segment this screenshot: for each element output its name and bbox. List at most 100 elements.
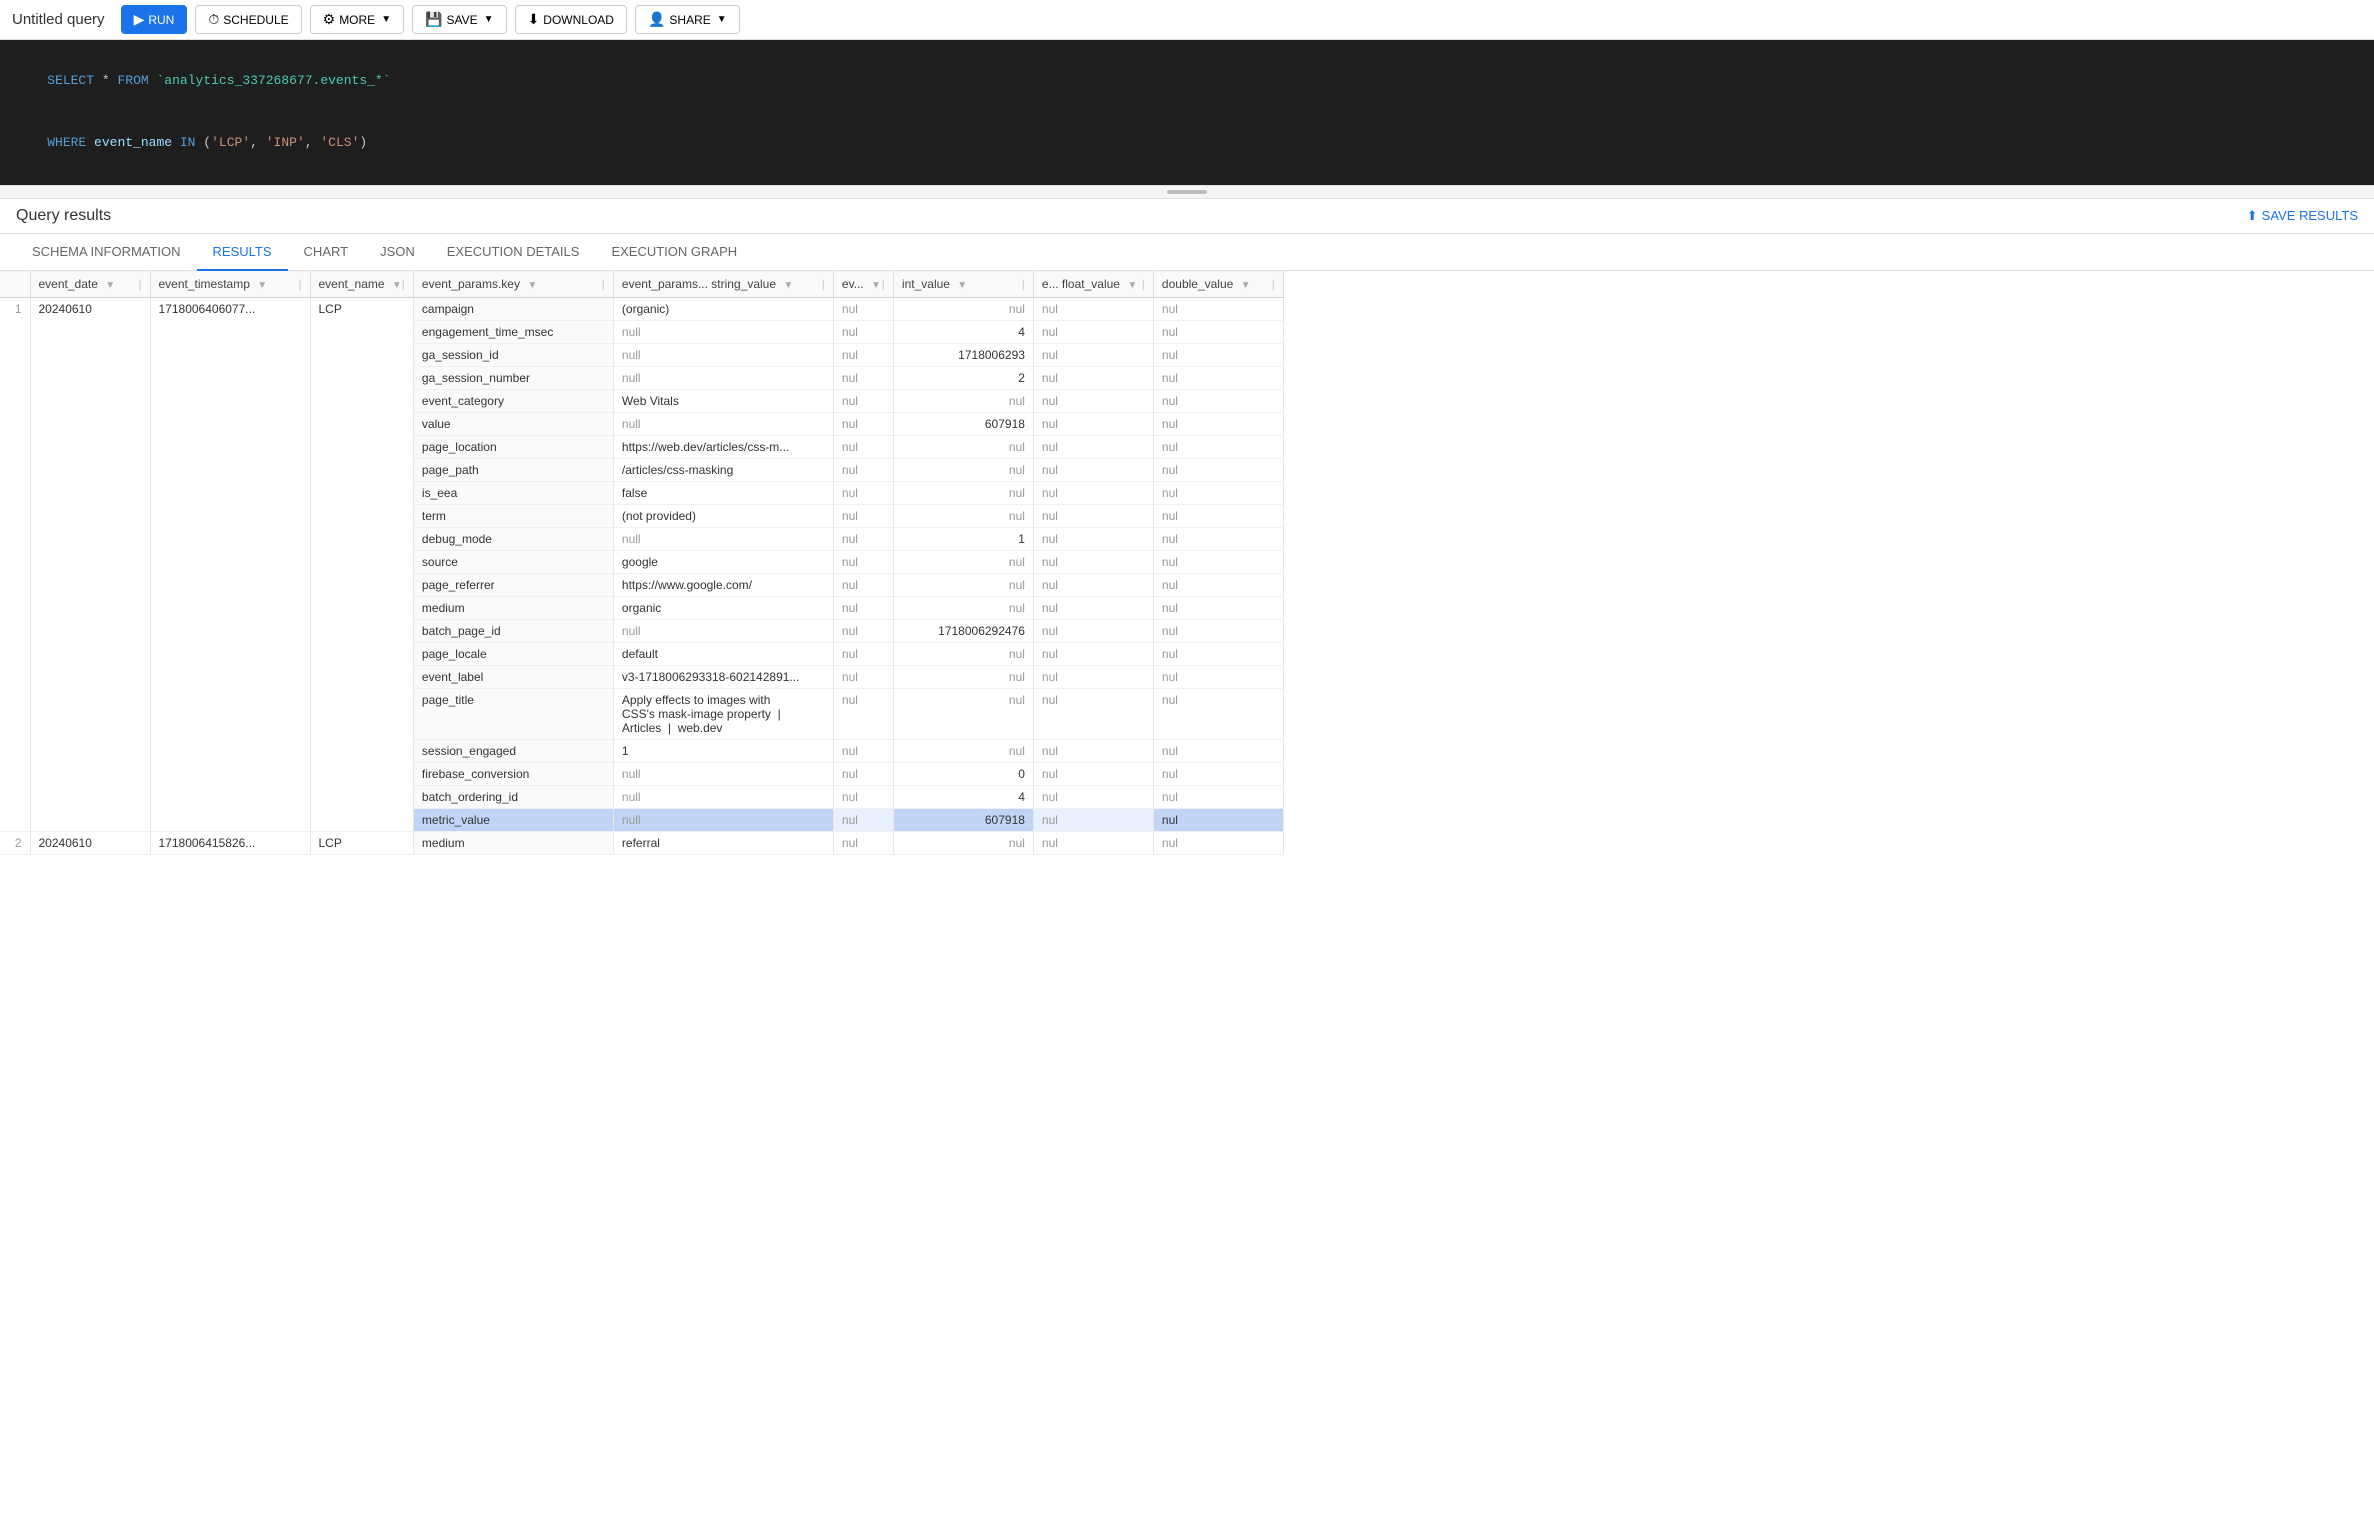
col-params-key[interactable]: event_params.key ▼| [413,271,613,298]
cell-string-value: google [613,550,833,573]
download-button[interactable]: ⬇ DOWNLOAD [515,5,627,34]
handle-bar [1167,190,1207,194]
cell-ev: nul [833,297,893,320]
cell-double-value: nul [1153,550,1283,573]
cell-double-value: nul [1153,808,1283,831]
cell-param-key: batch_page_id [413,619,613,642]
cell-double-value: nul [1153,435,1283,458]
tab-results[interactable]: RESULTS [197,234,288,271]
cell-int-value: nul [893,688,1033,739]
cell-string-value: referral [613,831,833,854]
cell-float-value: nul [1033,504,1153,527]
cell-int-value: 607918 [893,808,1033,831]
toolbar: Untitled query ▶ RUN ⏱ SCHEDULE ⚙ MORE ▼… [0,0,2374,40]
schedule-button[interactable]: ⏱ SCHEDULE [195,5,301,34]
cell-double-value: nul [1153,412,1283,435]
cell-float-value: nul [1033,366,1153,389]
col-event-date[interactable]: event_date ▼| [30,271,150,298]
cell-double-value: nul [1153,527,1283,550]
col-params-ev[interactable]: ev... ▼| [833,271,893,298]
cell-ev: nul [833,642,893,665]
cell-int-value: nul [893,504,1033,527]
cell-string-value: default [613,642,833,665]
cell-int-value: nul [893,642,1033,665]
cell-double-value: nul [1153,665,1283,688]
cell-param-key: page_referrer [413,573,613,596]
col-int-value[interactable]: int_value ▼| [893,271,1033,298]
cell-float-value: nul [1033,527,1153,550]
cell-int-value: nul [893,550,1033,573]
tab-execution-graph[interactable]: EXECUTION GRAPH [595,234,753,271]
cell-param-key: is_eea [413,481,613,504]
col-event-timestamp[interactable]: event_timestamp ▼| [150,271,310,298]
cell-int-value: 2 [893,366,1033,389]
clock-icon: ⏱ [208,11,219,28]
share-icon: 👤 [648,11,665,28]
results-table-container[interactable]: event_date ▼| event_timestamp ▼| event_n… [0,271,2374,1525]
cell-double-value: nul [1153,366,1283,389]
cell-param-key: page_path [413,458,613,481]
more-button[interactable]: ⚙ MORE ▼ [310,5,404,34]
cell-ev: nul [833,665,893,688]
results-title: Query results [16,207,111,225]
tab-json[interactable]: JSON [364,234,431,271]
sql-line-2: WHERE event_name IN ('LCP', 'INP', 'CLS'… [16,112,2358,174]
chevron-down-icon-save: ▼ [484,14,494,25]
query-title: Untitled query [12,11,105,28]
cell-param-key: page_locale [413,642,613,665]
cell-string-value: null [613,412,833,435]
cell-string-value: Web Vitals [613,389,833,412]
cell-double-value: nul [1153,343,1283,366]
save-results-icon: ⬆ [2247,208,2258,224]
cell-string-value: (not provided) [613,504,833,527]
share-button[interactable]: 👤 SHARE ▼ [635,5,740,34]
cell-float-value: nul [1033,688,1153,739]
save-button[interactable]: 💾 SAVE ▼ [412,5,506,34]
cell-event-timestamp: 1718006406077... [150,297,310,831]
col-params-string[interactable]: event_params... string_value ▼| [613,271,833,298]
cell-string-value: https://www.google.com/ [613,573,833,596]
cell-float-value: nul [1033,458,1153,481]
cell-param-key: term [413,504,613,527]
sql-editor[interactable]: SELECT * FROM `analytics_337268677.event… [0,40,2374,185]
cell-double-value: nul [1153,573,1283,596]
cell-ev: nul [833,481,893,504]
cell-double-value: nul [1153,739,1283,762]
cell-float-value: nul [1033,831,1153,854]
results-table: event_date ▼| event_timestamp ▼| event_n… [0,271,1284,855]
resize-handle[interactable] [0,185,2374,199]
run-button[interactable]: ▶ RUN [121,5,188,34]
cell-int-value: nul [893,481,1033,504]
tab-schema[interactable]: SCHEMA INFORMATION [16,234,197,271]
col-float-value[interactable]: e... float_value ▼| [1033,271,1153,298]
cell-double-value: nul [1153,596,1283,619]
cell-param-key: engagement_time_msec [413,320,613,343]
cell-ev: nul [833,808,893,831]
tabs-bar: SCHEMA INFORMATION RESULTS CHART JSON EX… [0,234,2374,271]
cell-ev: nul [833,527,893,550]
cell-ev: nul [833,389,893,412]
cell-float-value: nul [1033,785,1153,808]
tab-chart[interactable]: CHART [288,234,365,271]
cell-string-value: https://web.dev/articles/css-m... [613,435,833,458]
cell-float-value: nul [1033,596,1153,619]
cell-float-value: nul [1033,412,1153,435]
cell-int-value: 1718006293 [893,343,1033,366]
cell-int-value: 4 [893,320,1033,343]
col-double-value[interactable]: double_value ▼| [1153,271,1283,298]
cell-int-value: nul [893,596,1033,619]
tab-execution-details[interactable]: EXECUTION DETAILS [431,234,596,271]
cell-double-value: nul [1153,481,1283,504]
cell-event-timestamp: 1718006415826... [150,831,310,854]
cell-int-value: 607918 [893,412,1033,435]
cell-param-key: medium [413,831,613,854]
cell-string-value: null [613,785,833,808]
cell-float-value: nul [1033,297,1153,320]
save-results-button[interactable]: ⬆ SAVE RESULTS [2247,208,2358,224]
col-event-name[interactable]: event_name ▼| [310,271,413,298]
cell-param-key: medium [413,596,613,619]
cell-ev: nul [833,366,893,389]
chevron-down-icon-share: ▼ [717,14,727,25]
cell-string-value: null [613,808,833,831]
cell-float-value: nul [1033,642,1153,665]
